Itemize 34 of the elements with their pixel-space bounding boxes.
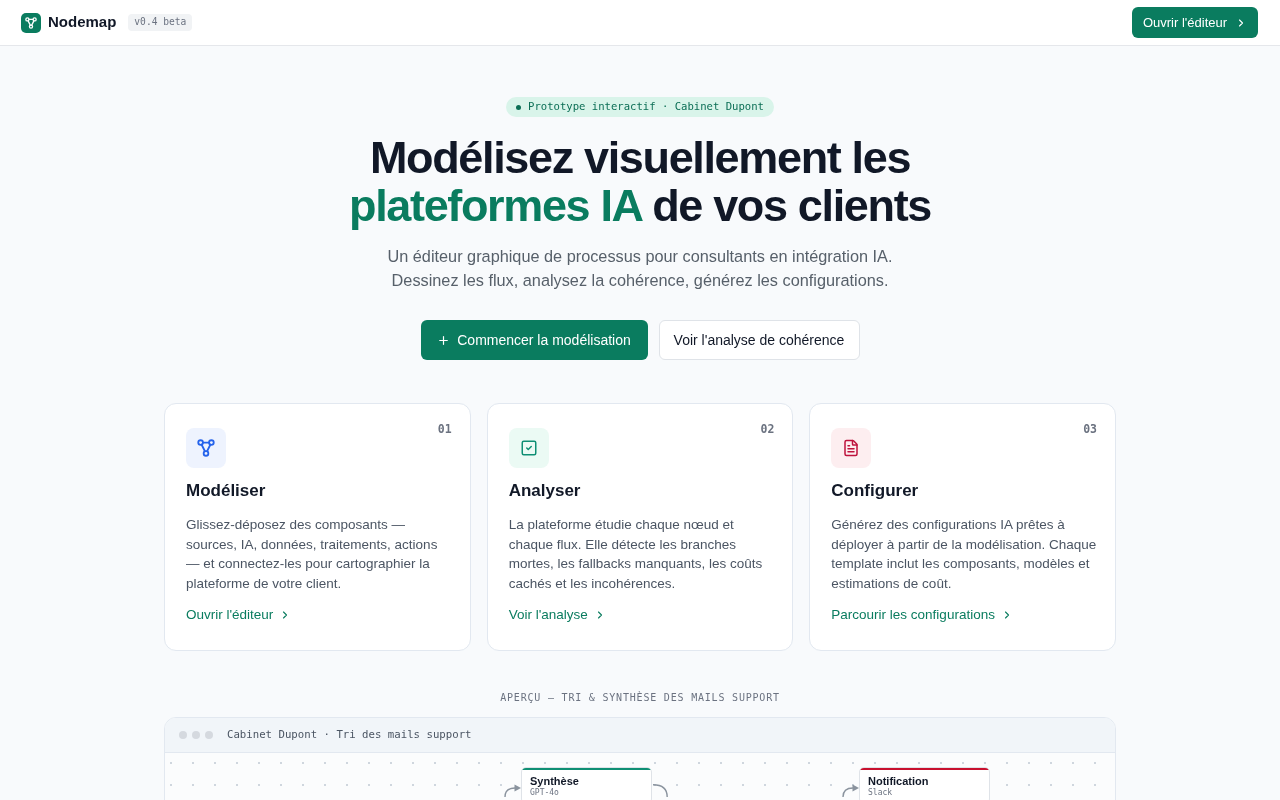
- document-icon: [831, 428, 872, 468]
- plus-icon: [437, 333, 451, 347]
- node-title: Synthèse: [530, 775, 580, 788]
- badge-text: Prototype interactif · Cabinet Dupont: [528, 99, 764, 115]
- node-title: Notification: [868, 775, 930, 788]
- connector-arrow: [842, 782, 859, 797]
- window-title: Cabinet Dupont · Tri des mails support: [227, 726, 472, 743]
- step-number: 01: [437, 421, 452, 438]
- card-link[interactable]: Parcourir les configurations: [831, 605, 1013, 625]
- coherence-analysis-button[interactable]: Voir l'analyse de cohérence: [658, 320, 860, 360]
- preview-section-label: APERÇU — TRI & SYNTHÈSE DES MAILS SUPPORT: [500, 690, 780, 705]
- graph-nodes-icon: [186, 428, 226, 468]
- start-modeling-button[interactable]: Commencer la modélisation: [420, 320, 648, 360]
- card-link[interactable]: Ouvrir l'éditeur: [186, 605, 292, 625]
- checkbox-check-icon: [508, 428, 549, 468]
- card-title: Analyser: [508, 480, 582, 502]
- hero-subtitle: Un éditeur graphique de processus pour consultants en intégration IA. Dessinez les flux, analysez la cohérence, générez les configurations.: [387, 246, 893, 291]
- node-subtitle: GPT-4o: [530, 788, 559, 798]
- version-label: v0.4 beta: [128, 14, 193, 31]
- card-title: Modéliser: [186, 480, 267, 502]
- step-number: 02: [760, 421, 775, 438]
- step-number: 03: [1083, 421, 1097, 438]
- card-link[interactable]: Voir l'analyse: [508, 605, 606, 625]
- open-editor-button[interactable]: Ouvrir l'éditeur: [1132, 7, 1258, 38]
- node-subtitle: Slack: [868, 788, 894, 798]
- card-description: Glissez-déposez des composants — sources, IA, données, traitements, actions — et connectez-les pour cartographier la plateforme de votre client.: [186, 516, 439, 593]
- graph-logo-icon: [21, 12, 41, 33]
- card-description: La plateforme étudie chaque nœud et chaque flux. Elle détecte les branches mortes, les fallbacks manquants, les coûts cachés et les incohérences.: [508, 516, 764, 593]
- connector-line: [653, 784, 668, 797]
- connector-arrow: [504, 782, 521, 797]
- card-description: Générez des configurations IA prêtes à déployer à partir de la modélisation. Chaque template inclut les composants, modèles et estimations de coût.: [831, 516, 1097, 593]
- app-name: Nodemap: [48, 12, 117, 33]
- card-title: Configurer: [831, 480, 920, 502]
- hero-heading: Modélisez visuellement les plateformes IA de vos clients: [349, 134, 931, 230]
